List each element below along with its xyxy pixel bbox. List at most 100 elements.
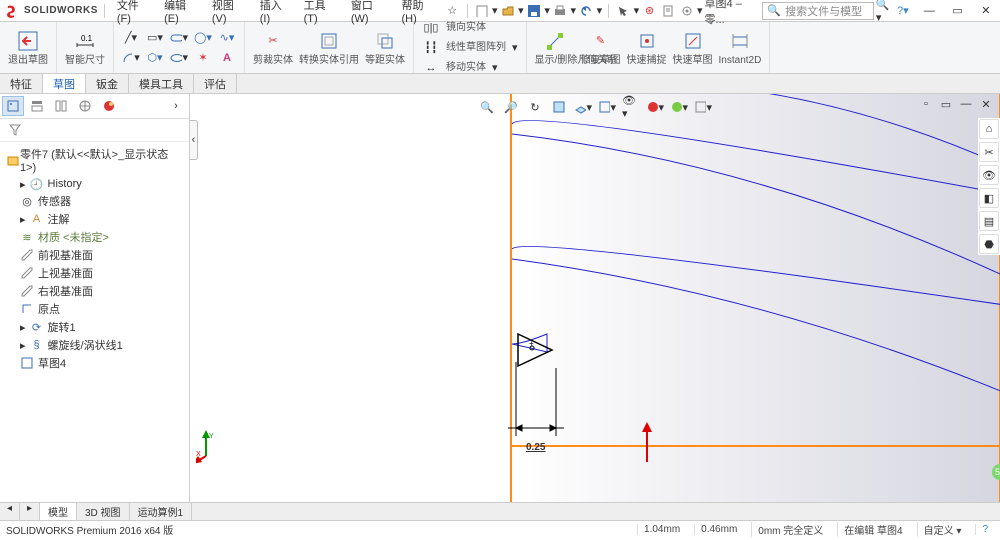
tree-item[interactable]: ◎传感器: [2, 192, 187, 210]
status-coord-y: 0.46mm: [694, 524, 743, 535]
status-define: 0mm 完全定义: [751, 522, 829, 537]
tab-mold[interactable]: 模具工具: [129, 74, 194, 93]
offset-button[interactable]: 等距实体: [365, 29, 405, 67]
tab-motion[interactable]: 运动算例1: [130, 503, 193, 520]
tree-item[interactable]: 前视基准面: [2, 246, 187, 264]
config-tab-icon[interactable]: [50, 96, 72, 116]
options-icon[interactable]: [678, 2, 695, 20]
zoom-fit-icon[interactable]: 🔍: [478, 98, 496, 116]
section-icon[interactable]: [550, 98, 568, 116]
property-tab-icon[interactable]: [26, 96, 48, 116]
tab-scroll-left[interactable]: ◂: [0, 503, 20, 520]
palette-icon[interactable]: ◧: [979, 188, 999, 208]
relations-button[interactable]: 显示/删除几何关系: [535, 29, 575, 67]
repair-icon: ✎: [589, 29, 613, 53]
graphics-area[interactable]: + 0.25: [190, 94, 1000, 502]
mirror-button[interactable]: ▯|▯镜向实体: [422, 19, 486, 37]
maximize-icon[interactable]: ▭: [947, 3, 967, 19]
tab-model[interactable]: 模型: [40, 503, 77, 520]
tree-item[interactable]: 上视基准面: [2, 264, 187, 282]
display-style-icon[interactable]: ▾: [598, 98, 616, 116]
exit-sketch-icon: [16, 29, 40, 53]
tab-3dview[interactable]: 3D 视图: [77, 503, 130, 520]
convert-button[interactable]: 转换实体引用: [299, 29, 359, 67]
text-icon[interactable]: A: [218, 49, 236, 67]
open-icon[interactable]: [500, 2, 517, 20]
trim-button[interactable]: ✂ 剪裁实体: [253, 29, 293, 67]
rect-icon[interactable]: ▭▾: [146, 29, 164, 47]
arc-icon[interactable]: ▾: [122, 49, 140, 67]
expand-icon[interactable]: ☆: [444, 2, 461, 20]
tree-root[interactable]: 零件7 (默认<<默认>_显示状态 1>): [2, 144, 187, 176]
collapse-icon[interactable]: ›: [165, 96, 187, 116]
slot-icon[interactable]: ▾: [170, 29, 188, 47]
new-icon[interactable]: [473, 2, 490, 20]
tree-tab-icon[interactable]: [2, 96, 24, 116]
funnel-icon[interactable]: [6, 121, 24, 139]
view-icon[interactable]: 👁: [979, 165, 999, 185]
doc-props-icon[interactable]: [660, 2, 677, 20]
home-icon[interactable]: ⌂: [979, 119, 999, 139]
repair-button[interactable]: ✎ 修复草图: [581, 29, 621, 67]
instant2d-button[interactable]: Instant2D: [719, 29, 762, 67]
close-icon[interactable]: ✕: [976, 3, 996, 19]
appearance-tab-icon[interactable]: [98, 96, 120, 116]
tab-sheetmetal[interactable]: 钣金: [86, 74, 129, 93]
print-icon[interactable]: [552, 2, 569, 20]
circle-icon[interactable]: ◯▾: [194, 29, 212, 47]
undo-icon[interactable]: [578, 2, 595, 20]
polygon-icon[interactable]: ⬡▾: [146, 49, 164, 67]
tree-item[interactable]: ▸A注解: [2, 210, 187, 228]
minimize-icon[interactable]: —: [919, 3, 939, 19]
tree-item[interactable]: ≋材质 <未指定>: [2, 228, 187, 246]
tree-item[interactable]: 草图4: [2, 354, 187, 372]
tree-item[interactable]: 右视基准面: [2, 282, 187, 300]
offset-icon: [373, 29, 397, 53]
snap-button[interactable]: 快速捕捉: [627, 29, 667, 67]
tab-feature[interactable]: 特征: [0, 74, 43, 93]
vp-max-icon[interactable]: ▭: [938, 96, 954, 112]
tree-item[interactable]: ▸§螺旋线/涡状线1: [2, 336, 187, 354]
hide-show-icon[interactable]: 👁▾: [622, 98, 640, 116]
vp-close-icon[interactable]: —: [958, 96, 974, 112]
exit-sketch-button[interactable]: 退出草图: [0, 22, 57, 73]
feature-tree[interactable]: 零件7 (默认<<默认>_显示状态 1>) ▸🕘History ◎传感器 ▸A注…: [0, 142, 189, 502]
clip-icon[interactable]: ✂: [979, 142, 999, 162]
line-icon[interactable]: ╱▾: [122, 29, 140, 47]
dimension-value[interactable]: 0.25: [526, 442, 545, 453]
help-icon[interactable]: ?▾: [894, 2, 911, 20]
config-pane-icon[interactable]: ▤: [979, 211, 999, 231]
status-help-icon[interactable]: ?: [975, 524, 994, 535]
rapid-sketch-button[interactable]: 快速草图: [673, 29, 713, 67]
dim-tab-icon[interactable]: [74, 96, 96, 116]
tree-item[interactable]: 原点: [2, 300, 187, 318]
search-box[interactable]: 🔍搜索文件与模型: [762, 2, 873, 20]
status-custom[interactable]: 自定义 ▾: [917, 522, 968, 537]
appearance-icon[interactable]: ▾: [646, 98, 664, 116]
prev-view-icon[interactable]: ↻: [526, 98, 544, 116]
rebuild-icon[interactable]: ⊛: [641, 2, 658, 20]
vp-min-icon[interactable]: ▫: [918, 96, 934, 112]
scene-icon[interactable]: ▾: [670, 98, 688, 116]
search-go-icon[interactable]: 🔍▾: [876, 2, 893, 20]
tree-item[interactable]: ▸⟳旋转1: [2, 318, 187, 336]
tab-sketch[interactable]: 草图: [43, 74, 86, 93]
spline-icon[interactable]: ∿▾: [218, 29, 236, 47]
viewport[interactable]: 🔍 🔎 ↻ ▾ ▾ 👁▾ ▾ ▾ ▾ ▫ ▭ — ✕ ⌂ ✂ 👁 ◧ ▤ ⬣: [190, 94, 1000, 502]
viewport-layout-icon[interactable]: ▾: [694, 98, 712, 116]
select-icon[interactable]: [615, 2, 632, 20]
zoom-area-icon[interactable]: 🔎: [502, 98, 520, 116]
tab-scroll-right[interactable]: ▸: [20, 503, 40, 520]
ellipse-icon[interactable]: ▾: [170, 49, 188, 67]
resources-icon[interactable]: ⬣: [979, 234, 999, 254]
vp-x-icon[interactable]: ✕: [978, 96, 994, 112]
tab-evaluate[interactable]: 评估: [194, 74, 237, 93]
move-button[interactable]: ↔移动实体▾: [422, 59, 498, 77]
status-coord-x: 1.04mm: [637, 524, 686, 535]
save-icon[interactable]: [526, 2, 543, 20]
view-orient-icon[interactable]: ▾: [574, 98, 592, 116]
smart-dim-button[interactable]: 0.1 智能尺寸: [57, 22, 114, 73]
point-icon[interactable]: ✶: [194, 49, 212, 67]
tree-item[interactable]: ▸🕘History: [2, 176, 187, 192]
linear-pattern-button[interactable]: ┇┇线性草图阵列▾: [422, 39, 518, 57]
